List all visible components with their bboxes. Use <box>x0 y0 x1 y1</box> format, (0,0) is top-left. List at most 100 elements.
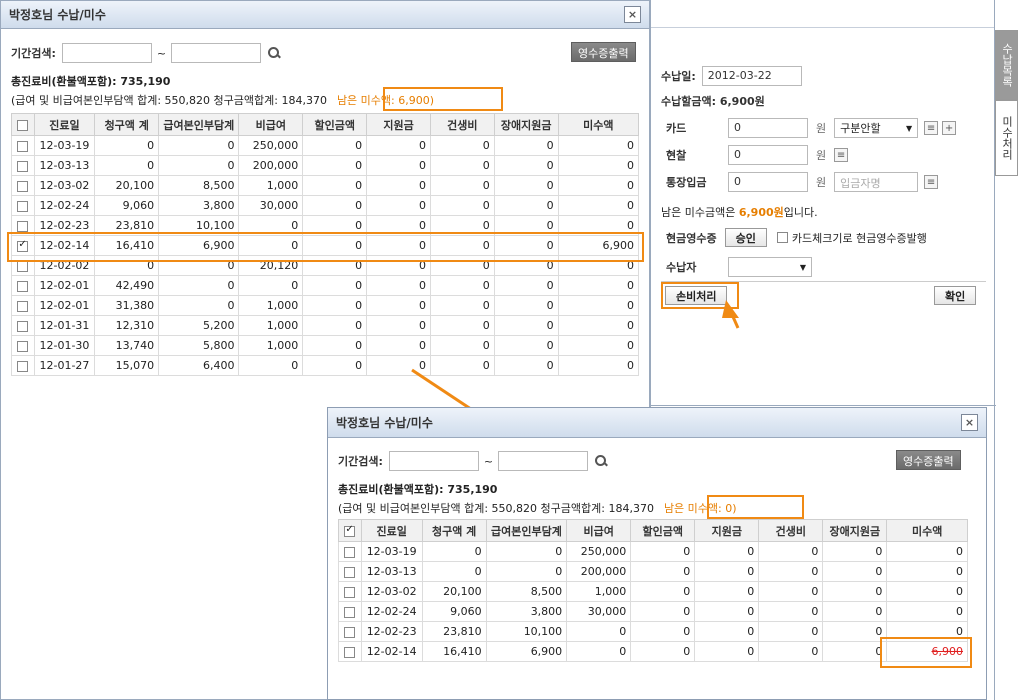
table-cell: 0 <box>822 601 888 622</box>
popup-titlebar: 박정호님 수납/미수 × <box>328 408 986 438</box>
row-checkbox[interactable] <box>344 606 356 618</box>
table-cell: 0 <box>630 601 696 622</box>
table-cell: 0 <box>886 561 968 582</box>
table-cell: 0 <box>822 581 888 602</box>
table-cell: 12-03-02 <box>360 581 423 602</box>
column-header[interactable]: 비급여 <box>566 519 632 542</box>
table-cell: 12-03-13 <box>360 561 423 582</box>
row-checkbox-cell <box>338 541 362 562</box>
table-cell: 200,000 <box>566 561 632 582</box>
column-header[interactable]: 할인금액 <box>630 519 696 542</box>
table-cell: 3,800 <box>485 601 568 622</box>
table-cell: 10,100 <box>485 621 568 642</box>
table-cell: 0 <box>566 641 632 662</box>
table-cell: 0 <box>886 541 968 562</box>
row-checkbox[interactable] <box>344 586 356 598</box>
table-cell: 1,000 <box>566 581 632 602</box>
table-cell: 0 <box>822 641 888 662</box>
table-cell: 0 <box>694 601 760 622</box>
table-row[interactable]: 12-03-19 0 0 250,000 0 0 0 0 0 <box>338 541 968 562</box>
select-all-checkbox-cell <box>338 519 362 542</box>
popup-window: 박정호님 수납/미수 × 기간검색: ~ 영수증출력 총진료비(환불액포함): … <box>327 407 987 700</box>
table-cell: 0 <box>886 601 968 622</box>
row-checkbox-cell <box>338 641 362 662</box>
popup-title: 박정호님 수납/미수 <box>336 416 433 430</box>
column-header[interactable]: 급여본인부담계 <box>485 519 568 542</box>
table-cell: 250,000 <box>566 541 632 562</box>
popup-date-from-input[interactable] <box>388 451 479 471</box>
popup-search-label: 기간검색: <box>338 455 383 468</box>
table-cell: 12-02-23 <box>360 621 423 642</box>
close-icon[interactable]: × <box>961 414 978 431</box>
table-cell: 6,900 <box>485 641 568 662</box>
row-checkbox-cell <box>338 621 362 642</box>
table-cell: 0 <box>485 541 568 562</box>
table-cell: 0 <box>630 641 696 662</box>
column-header[interactable]: 청구액 계 <box>421 519 487 542</box>
popup-total-text: 총진료비(환불액포함): 735,190 <box>338 483 498 496</box>
column-header[interactable]: 건생비 <box>758 519 824 542</box>
table-cell: 0 <box>822 561 888 582</box>
table-cell: 20,100 <box>421 581 487 602</box>
table-cell: 0 <box>694 621 760 642</box>
table-cell: 0 <box>566 621 632 642</box>
table-cell: 8,500 <box>485 581 568 602</box>
popup-remaining: 남은 미수액: 0) <box>663 502 737 515</box>
table-cell: 0 <box>630 581 696 602</box>
row-checkbox[interactable] <box>344 566 356 578</box>
column-header[interactable]: 지원금 <box>694 519 760 542</box>
table-cell: 0 <box>421 561 487 582</box>
table-cell: 0 <box>421 541 487 562</box>
row-checkbox-cell <box>338 581 362 602</box>
table-cell: 0 <box>822 621 888 642</box>
popup-table-body: 12-03-19 0 0 250,000 0 0 0 0 0 12-03-13 0 0 200,000 0… <box>338 541 968 662</box>
column-header[interactable]: 장애지원금 <box>822 519 888 542</box>
popup-date-to-input[interactable] <box>498 451 589 471</box>
table-cell: 0 <box>758 601 824 622</box>
table-cell: 0 <box>694 641 760 662</box>
row-checkbox[interactable] <box>344 646 356 658</box>
row-checkbox-cell <box>338 561 362 582</box>
table-cell: 0 <box>630 621 696 642</box>
table-cell: 12-03-19 <box>360 541 423 562</box>
row-checkbox[interactable] <box>344 626 356 638</box>
table-cell: 0 <box>886 581 968 602</box>
table-cell: 0 <box>886 621 968 642</box>
popup-sum-text: (급여 및 비급여본인부담액 합계: 550,820 청구금액합계: 184,3… <box>338 502 654 515</box>
table-cell: 0 <box>758 541 824 562</box>
table-cell: 0 <box>485 561 568 582</box>
table-cell: 12-02-24 <box>360 601 423 622</box>
tilde: ~ <box>483 454 494 468</box>
table-cell: 0 <box>630 561 696 582</box>
table-row[interactable]: 12-02-24 9,060 3,800 30,000 0 0 0 0 0 <box>338 601 968 622</box>
table-row[interactable]: 12-02-23 23,810 10,100 0 0 0 0 0 0 <box>338 621 968 642</box>
select-all-checkbox[interactable] <box>344 524 356 537</box>
search-icon[interactable] <box>594 454 608 468</box>
table-cell: 0 <box>694 541 760 562</box>
table-cell: 0 <box>758 581 824 602</box>
table-cell: 0 <box>694 561 760 582</box>
column-header[interactable]: 미수액 <box>886 519 968 542</box>
table-cell: 0 <box>822 541 888 562</box>
popup-receipt-button[interactable]: 영수증출력 <box>896 450 961 470</box>
row-checkbox-cell <box>338 601 362 622</box>
table-cell: 0 <box>758 561 824 582</box>
table-cell: 9,060 <box>421 601 487 622</box>
table-cell: 12-02-14 <box>360 641 423 662</box>
table-cell: 0 <box>758 621 824 642</box>
table-cell: 16,410 <box>421 641 487 662</box>
table-cell: 0 <box>630 541 696 562</box>
row-checkbox[interactable] <box>344 546 356 558</box>
table-cell: 30,000 <box>566 601 632 622</box>
table-row[interactable]: 12-02-1416,4106,900000006,900 <box>338 641 968 662</box>
table-cell: 0 <box>758 641 824 662</box>
popup-table-header: 진료일청구액 계급여본인부담계비급여할인금액지원금건생비장애지원금미수액 <box>338 519 968 542</box>
table-cell: 23,810 <box>421 621 487 642</box>
table-cell: 6,900 <box>886 641 968 662</box>
arrow-head-button <box>722 300 739 318</box>
popup-table: 진료일청구액 계급여본인부담계비급여할인금액지원금건생비장애지원금미수액 12-… <box>338 519 968 662</box>
column-header[interactable]: 진료일 <box>360 519 423 542</box>
table-row[interactable]: 12-03-13 0 0 200,000 0 0 0 0 0 <box>338 561 968 582</box>
table-row[interactable]: 12-03-02 20,100 8,500 1,000 0 0 0 0 0 <box>338 581 968 602</box>
table-cell: 0 <box>694 581 760 602</box>
